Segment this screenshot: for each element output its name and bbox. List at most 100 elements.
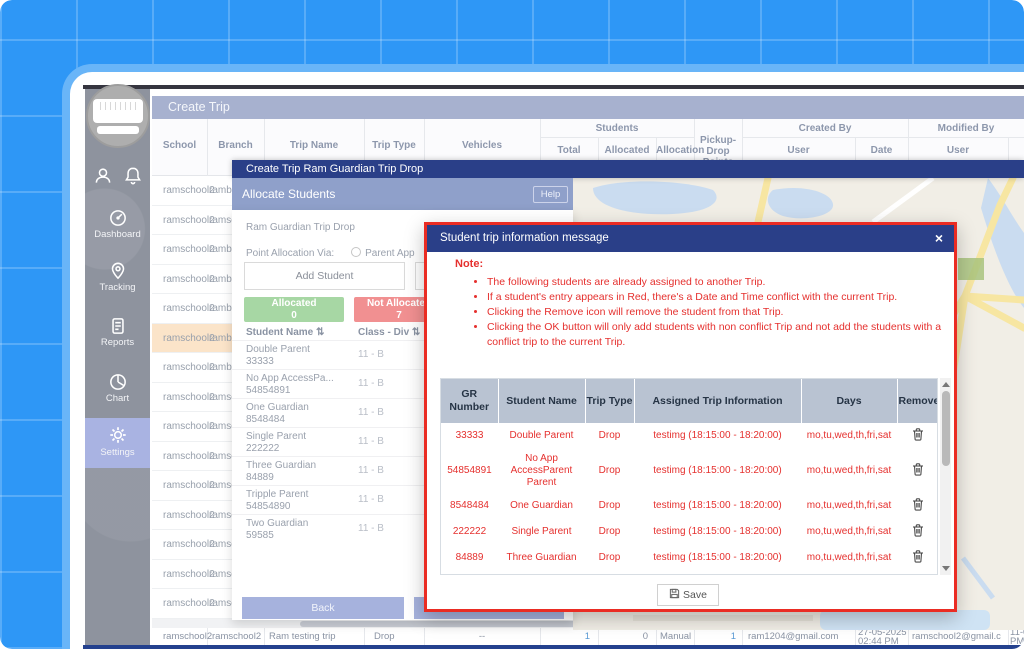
cell-modified-user: ramschool2@gmail.c bbox=[912, 631, 1001, 642]
cell-info: testimg (18:15:00 - 18:20:00) bbox=[634, 519, 801, 545]
chart-icon[interactable] bbox=[107, 371, 129, 393]
sidebar-item-chart[interactable]: Chart bbox=[85, 393, 150, 404]
col-gr-number: GRNumber bbox=[441, 379, 498, 423]
conflict-row: 222222 Single Parent Drop testimg (18:15… bbox=[441, 519, 938, 545]
cell-vehicles: -- bbox=[424, 631, 540, 642]
sidebar-item-reports[interactable]: Reports bbox=[85, 337, 150, 348]
col-branch: Branch bbox=[207, 140, 264, 151]
remove-trash-icon[interactable] bbox=[897, 423, 938, 449]
col-allocated: Allocated bbox=[598, 145, 656, 156]
radio-parent-app-label[interactable]: Parent App bbox=[365, 248, 414, 259]
scroll-down-icon[interactable] bbox=[942, 566, 950, 571]
col-student-name: Student Name bbox=[498, 379, 585, 423]
point-allocation-label: Point Allocation Via: bbox=[246, 248, 334, 259]
col-assigned-info: Assigned Trip Information bbox=[634, 379, 801, 423]
cell-total-link[interactable]: 1 bbox=[540, 631, 590, 642]
note-item: The following students are already assig… bbox=[487, 275, 947, 290]
vertical-scrollbar[interactable] bbox=[940, 378, 951, 575]
student-name-sort-header[interactable]: Student Name ⇅ bbox=[246, 327, 324, 338]
vertical-scrollbar-thumb[interactable] bbox=[942, 391, 950, 466]
sidebar-item-dashboard[interactable]: Dashboard bbox=[85, 229, 150, 240]
reports-icon[interactable] bbox=[107, 315, 129, 337]
cell-days: mo,tu,wed,th,fri,sat bbox=[801, 545, 897, 571]
cell-school: ramschool2 bbox=[163, 303, 215, 314]
dashboard-icon[interactable] bbox=[107, 207, 129, 229]
cell-school: ramschool2 bbox=[163, 631, 212, 642]
cell-school: ramschool2 bbox=[163, 569, 215, 580]
save-label: Save bbox=[683, 589, 707, 601]
conflict-table-body: 33333 Double Parent Drop testimg (18:15:… bbox=[441, 423, 938, 571]
cell-trip-type: Drop bbox=[374, 631, 395, 642]
sidebar-item-tracking[interactable]: Tracking bbox=[85, 282, 150, 293]
cell-days: mo,tu,wed,th,fri,sat bbox=[801, 519, 897, 545]
col-school: School bbox=[152, 140, 207, 151]
remove-trash-icon[interactable] bbox=[897, 545, 938, 571]
sort-icon: ⇅ bbox=[316, 327, 324, 338]
note-label: Note: bbox=[455, 258, 483, 270]
cell-allocation: Manual bbox=[660, 631, 691, 642]
app-logo-card bbox=[93, 99, 143, 123]
cell-days: mo,tu,wed,th,fri,sat bbox=[801, 493, 897, 519]
col-created-date: Date bbox=[855, 145, 908, 156]
class-div-sort-header[interactable]: Class - Div ⇅ bbox=[358, 327, 420, 338]
cell-type: Drop bbox=[585, 449, 634, 493]
conflict-row: 8548484 One Guardian Drop testimg (18:15… bbox=[441, 493, 938, 519]
col-group-created: Created By bbox=[742, 123, 908, 134]
window-bottom-edge bbox=[83, 645, 1024, 649]
cell-name: Double Parent bbox=[498, 423, 585, 449]
cell-days: mo,tu,wed,th,fri,sat bbox=[801, 449, 897, 493]
sidebar-item-settings[interactable]: Settings bbox=[85, 447, 150, 458]
radio-parent-app[interactable] bbox=[351, 247, 361, 257]
app-logo-strip bbox=[97, 126, 139, 134]
table-row-ram-testing-trip[interactable]: ramschool2 ramschool2 Ram testing trip D… bbox=[152, 628, 1024, 646]
conflict-table-wrap: GRNumber Student Name Trip Type Assigned… bbox=[440, 378, 938, 575]
cell-school: ramschool2 bbox=[163, 244, 215, 255]
help-button[interactable]: Help bbox=[533, 186, 568, 203]
save-button[interactable]: Save bbox=[657, 584, 719, 606]
remove-trash-icon[interactable] bbox=[897, 493, 938, 519]
cell-gr: 222222 bbox=[441, 519, 498, 545]
conflict-table: GRNumber Student Name Trip Type Assigned… bbox=[441, 379, 938, 571]
cell-info: testimg (18:15:00 - 18:20:00) bbox=[634, 493, 801, 519]
cell-created-user: ram1204@gmail.com bbox=[748, 631, 838, 642]
cell-gr: 8548484 bbox=[441, 493, 498, 519]
col-trip-type: Trip Type bbox=[585, 379, 634, 423]
cell-school: ramschool2 bbox=[163, 451, 215, 462]
note-item: Clicking the OK button will only add stu… bbox=[487, 320, 947, 350]
back-button[interactable]: Back bbox=[242, 597, 404, 619]
cell-allocated: 0 bbox=[598, 631, 648, 642]
cell-pickup-link[interactable]: 1 bbox=[694, 631, 736, 642]
conflict-row: 54854891 No App AccessParent Parent Drop… bbox=[441, 449, 938, 493]
note-item: If a student's entry appears in Red, the… bbox=[487, 290, 947, 305]
cell-school: ramschool2 bbox=[163, 480, 215, 491]
cell-name: Three Guardian bbox=[498, 545, 585, 571]
note-item: Clicking the Remove icon will remove the… bbox=[487, 305, 947, 320]
col-created-user: User bbox=[742, 145, 855, 156]
info-modal-title: Student trip information message bbox=[427, 225, 954, 252]
cell-name: One Guardian bbox=[498, 493, 585, 519]
cell-name: Single Parent bbox=[498, 519, 585, 545]
trip-name-label: Ram Guardian Trip Drop bbox=[246, 222, 355, 233]
scroll-up-icon[interactable] bbox=[942, 382, 950, 387]
conflict-table-header: GRNumber Student Name Trip Type Assigned… bbox=[441, 379, 938, 423]
cell-school: ramschool2 bbox=[163, 274, 215, 285]
cell-info: testimg (18:15:00 - 18:20:00) bbox=[634, 423, 801, 449]
remove-trash-icon[interactable] bbox=[897, 519, 938, 545]
allocate-section-title: Allocate Students bbox=[232, 178, 573, 210]
allocate-modal-title: Create Trip Ram Guardian Trip Drop bbox=[232, 160, 1024, 178]
remove-trash-icon[interactable] bbox=[897, 449, 938, 493]
settings-icon[interactable] bbox=[107, 424, 129, 446]
bell-icon[interactable] bbox=[121, 165, 145, 187]
cell-school: ramschool2 bbox=[163, 215, 215, 226]
cell-gr: 84889 bbox=[441, 545, 498, 571]
add-student-button[interactable]: Add Student bbox=[244, 262, 405, 290]
tracking-icon[interactable] bbox=[107, 260, 129, 282]
user-icon[interactable] bbox=[91, 165, 115, 187]
cell-gr: 54854891 bbox=[441, 449, 498, 493]
screenshot-stage: Dashboard Tracking Reports Chart Setting… bbox=[0, 0, 1024, 649]
cell-type: Drop bbox=[585, 493, 634, 519]
cell-info: testimg (18:15:00 - 18:20:00) bbox=[634, 449, 801, 493]
close-icon[interactable]: × bbox=[935, 225, 943, 252]
cell-info: testimg (18:15:00 - 18:20:00) bbox=[634, 545, 801, 571]
cell-school: ramschool2 bbox=[163, 392, 215, 403]
